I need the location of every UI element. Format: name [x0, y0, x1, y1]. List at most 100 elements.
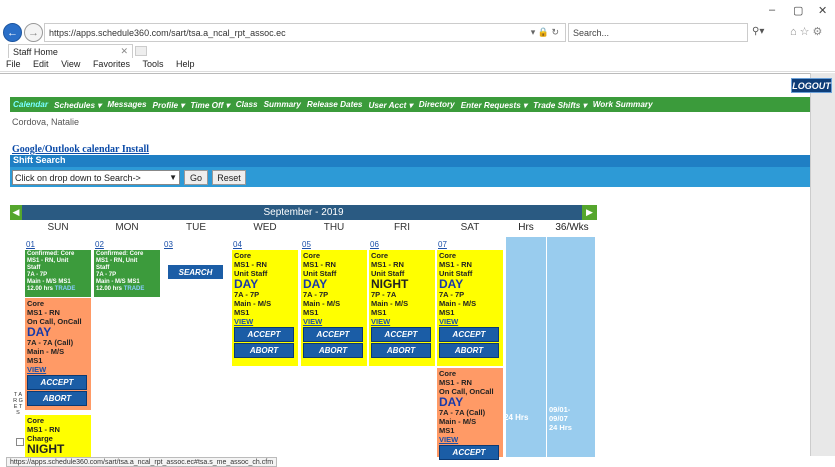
date-link[interactable]: 03	[164, 240, 173, 249]
nav-calendar[interactable]: Calendar	[13, 100, 48, 109]
home-star-gear-icons[interactable]: ⌂☆⚙	[790, 25, 825, 38]
close-button[interactable]: ✕	[818, 4, 827, 17]
menu-view[interactable]: View	[61, 59, 80, 69]
view-link[interactable]: VIEW	[27, 365, 89, 374]
header-hrs: Hrs	[518, 222, 534, 233]
abort-button[interactable]: ABORT	[234, 343, 294, 358]
card-line: Main - M/S	[234, 299, 272, 308]
view-link[interactable]: VIEW	[371, 317, 433, 326]
menu-edit[interactable]: Edit	[33, 59, 49, 69]
weeks-hrs: 24 Hrs	[549, 423, 572, 432]
menu-favorites[interactable]: Favorites	[93, 59, 130, 69]
card-line: 7A - 7P	[303, 290, 329, 299]
shift-search-title: Shift Search	[10, 155, 810, 167]
accept-button[interactable]: ACCEPT	[27, 375, 87, 390]
nav-messages[interactable]: Messages	[107, 100, 146, 109]
new-tab-button[interactable]	[135, 46, 147, 56]
view-link[interactable]: VIEW	[303, 317, 365, 326]
user-name: Cordova, Natalie	[12, 117, 80, 127]
nav-profile[interactable]: Profile ▾	[153, 100, 185, 110]
abort-button[interactable]: ABORT	[439, 343, 499, 358]
card-line: 7A - 7P	[96, 272, 117, 278]
card-hours: 12.00 hrs	[27, 286, 54, 292]
view-link[interactable]: VIEW	[234, 317, 296, 326]
shift-type: DAY	[439, 395, 464, 409]
date-link[interactable]: 06	[370, 240, 379, 249]
card-line: Main - M/S MS1	[27, 279, 71, 285]
accept-button[interactable]: ACCEPT	[439, 445, 499, 460]
card-line: MS1 - RN	[27, 425, 60, 434]
card-line: Core	[439, 251, 457, 260]
view-link[interactable]: VIEW	[439, 317, 501, 326]
menu-help[interactable]: Help	[176, 59, 195, 69]
nav-trade-shifts[interactable]: Trade Shifts ▾	[533, 100, 587, 110]
header-tue: TUE	[186, 222, 206, 233]
nav-class[interactable]: Class	[236, 100, 258, 109]
abort-button[interactable]: ABORT	[303, 343, 363, 358]
accept-button[interactable]: ACCEPT	[439, 327, 499, 342]
tab-close-icon[interactable]: ✕	[120, 46, 128, 57]
shift-card-confirmed[interactable]: Confirmed: Core MS1 - RN, Unit Staff 7A …	[25, 250, 91, 297]
targets-label: T A R G E T S	[13, 392, 23, 416]
search-button[interactable]: SEARCH	[168, 265, 223, 279]
go-button[interactable]: Go	[184, 170, 208, 185]
date-link[interactable]: 05	[302, 240, 311, 249]
date-link[interactable]: 07	[438, 240, 447, 249]
nav-schedules[interactable]: Schedules ▾	[54, 100, 101, 110]
maximize-button[interactable]: ▢	[793, 4, 803, 17]
nav-summary[interactable]: Summary	[264, 100, 301, 109]
card-line: Core	[27, 299, 45, 308]
vertical-scrollbar[interactable]	[810, 73, 835, 456]
nav-time-off[interactable]: Time Off ▾	[190, 100, 229, 110]
logout-button[interactable]: LOGOUT	[791, 78, 832, 93]
minimize-button[interactable]: –	[769, 4, 775, 16]
date-link[interactable]: 02	[95, 240, 104, 249]
menu-file[interactable]: File	[6, 59, 21, 69]
card-line: MS1	[303, 308, 319, 317]
accept-button[interactable]: ACCEPT	[303, 327, 363, 342]
reset-button[interactable]: Reset	[212, 170, 246, 185]
browser-search-input[interactable]: Search...	[568, 23, 748, 42]
view-link[interactable]: VIEW	[439, 435, 501, 444]
trade-link[interactable]: TRADE	[124, 286, 145, 292]
card-line: MS1 - RN	[303, 260, 336, 269]
nav-enter-requests[interactable]: Enter Requests ▾	[461, 100, 527, 110]
shift-type: NIGHT	[27, 442, 65, 456]
shift-type: DAY	[234, 277, 259, 291]
search-dropdown[interactable]: Click on drop down to Search-> ▼	[12, 170, 180, 185]
day-cell-fri: 06 Core MS1 - RN Unit Staff NIGHT 7P - 7…	[368, 237, 436, 457]
google-calendar-link[interactable]: Google/Outlook calendar Install	[12, 144, 149, 155]
card-line: Confirmed: Core	[96, 251, 144, 257]
url-field[interactable]: https://apps.schedule360.com/sart/tsa.a_…	[44, 23, 566, 42]
card-line: Main - M/S	[27, 347, 65, 356]
nav-user-acct[interactable]: User Acct ▾	[368, 100, 412, 110]
tab-staff-home[interactable]: Staff Home ✕	[8, 44, 133, 58]
card-line: 7A - 7P	[439, 290, 465, 299]
search-icon[interactable]: ⚲▾	[752, 26, 764, 37]
nav-release-dates[interactable]: Release Dates	[307, 100, 363, 109]
nav-work-summary[interactable]: Work Summary	[593, 100, 653, 109]
trade-link[interactable]: TRADE	[55, 286, 76, 292]
abort-button[interactable]: ABORT	[371, 343, 431, 358]
forward-arrow-icon[interactable]: →	[24, 23, 43, 42]
header-thu: THU	[323, 222, 345, 233]
menu-tools[interactable]: Tools	[142, 59, 163, 69]
prev-month-icon[interactable]: ◀	[10, 205, 22, 220]
card-line: MS1 - RN	[439, 378, 472, 387]
date-link[interactable]: 04	[233, 240, 242, 249]
back-arrow-icon[interactable]: ←	[3, 23, 22, 42]
day-cell-sat: 07 Core MS1 - RN Unit Staff DAY 7A - 7P …	[436, 237, 504, 460]
date-link[interactable]: 01	[26, 240, 35, 249]
abort-button[interactable]: ABORT	[27, 391, 87, 406]
next-month-icon[interactable]: ▶	[582, 205, 597, 220]
header-wed: WED	[253, 222, 277, 233]
card-line: MS1	[439, 308, 455, 317]
card-line: Staff	[27, 265, 41, 271]
accept-button[interactable]: ACCEPT	[371, 327, 431, 342]
accept-button[interactable]: ACCEPT	[234, 327, 294, 342]
window-titlebar: – ▢ ✕	[0, 0, 835, 20]
hrs-value: 24 Hrs	[504, 413, 529, 422]
target-checkbox[interactable]	[16, 438, 24, 446]
nav-directory[interactable]: Directory	[419, 100, 455, 109]
shift-card-confirmed[interactable]: Confirmed: Core MS1 - RN, Unit Staff 7A …	[94, 250, 160, 297]
